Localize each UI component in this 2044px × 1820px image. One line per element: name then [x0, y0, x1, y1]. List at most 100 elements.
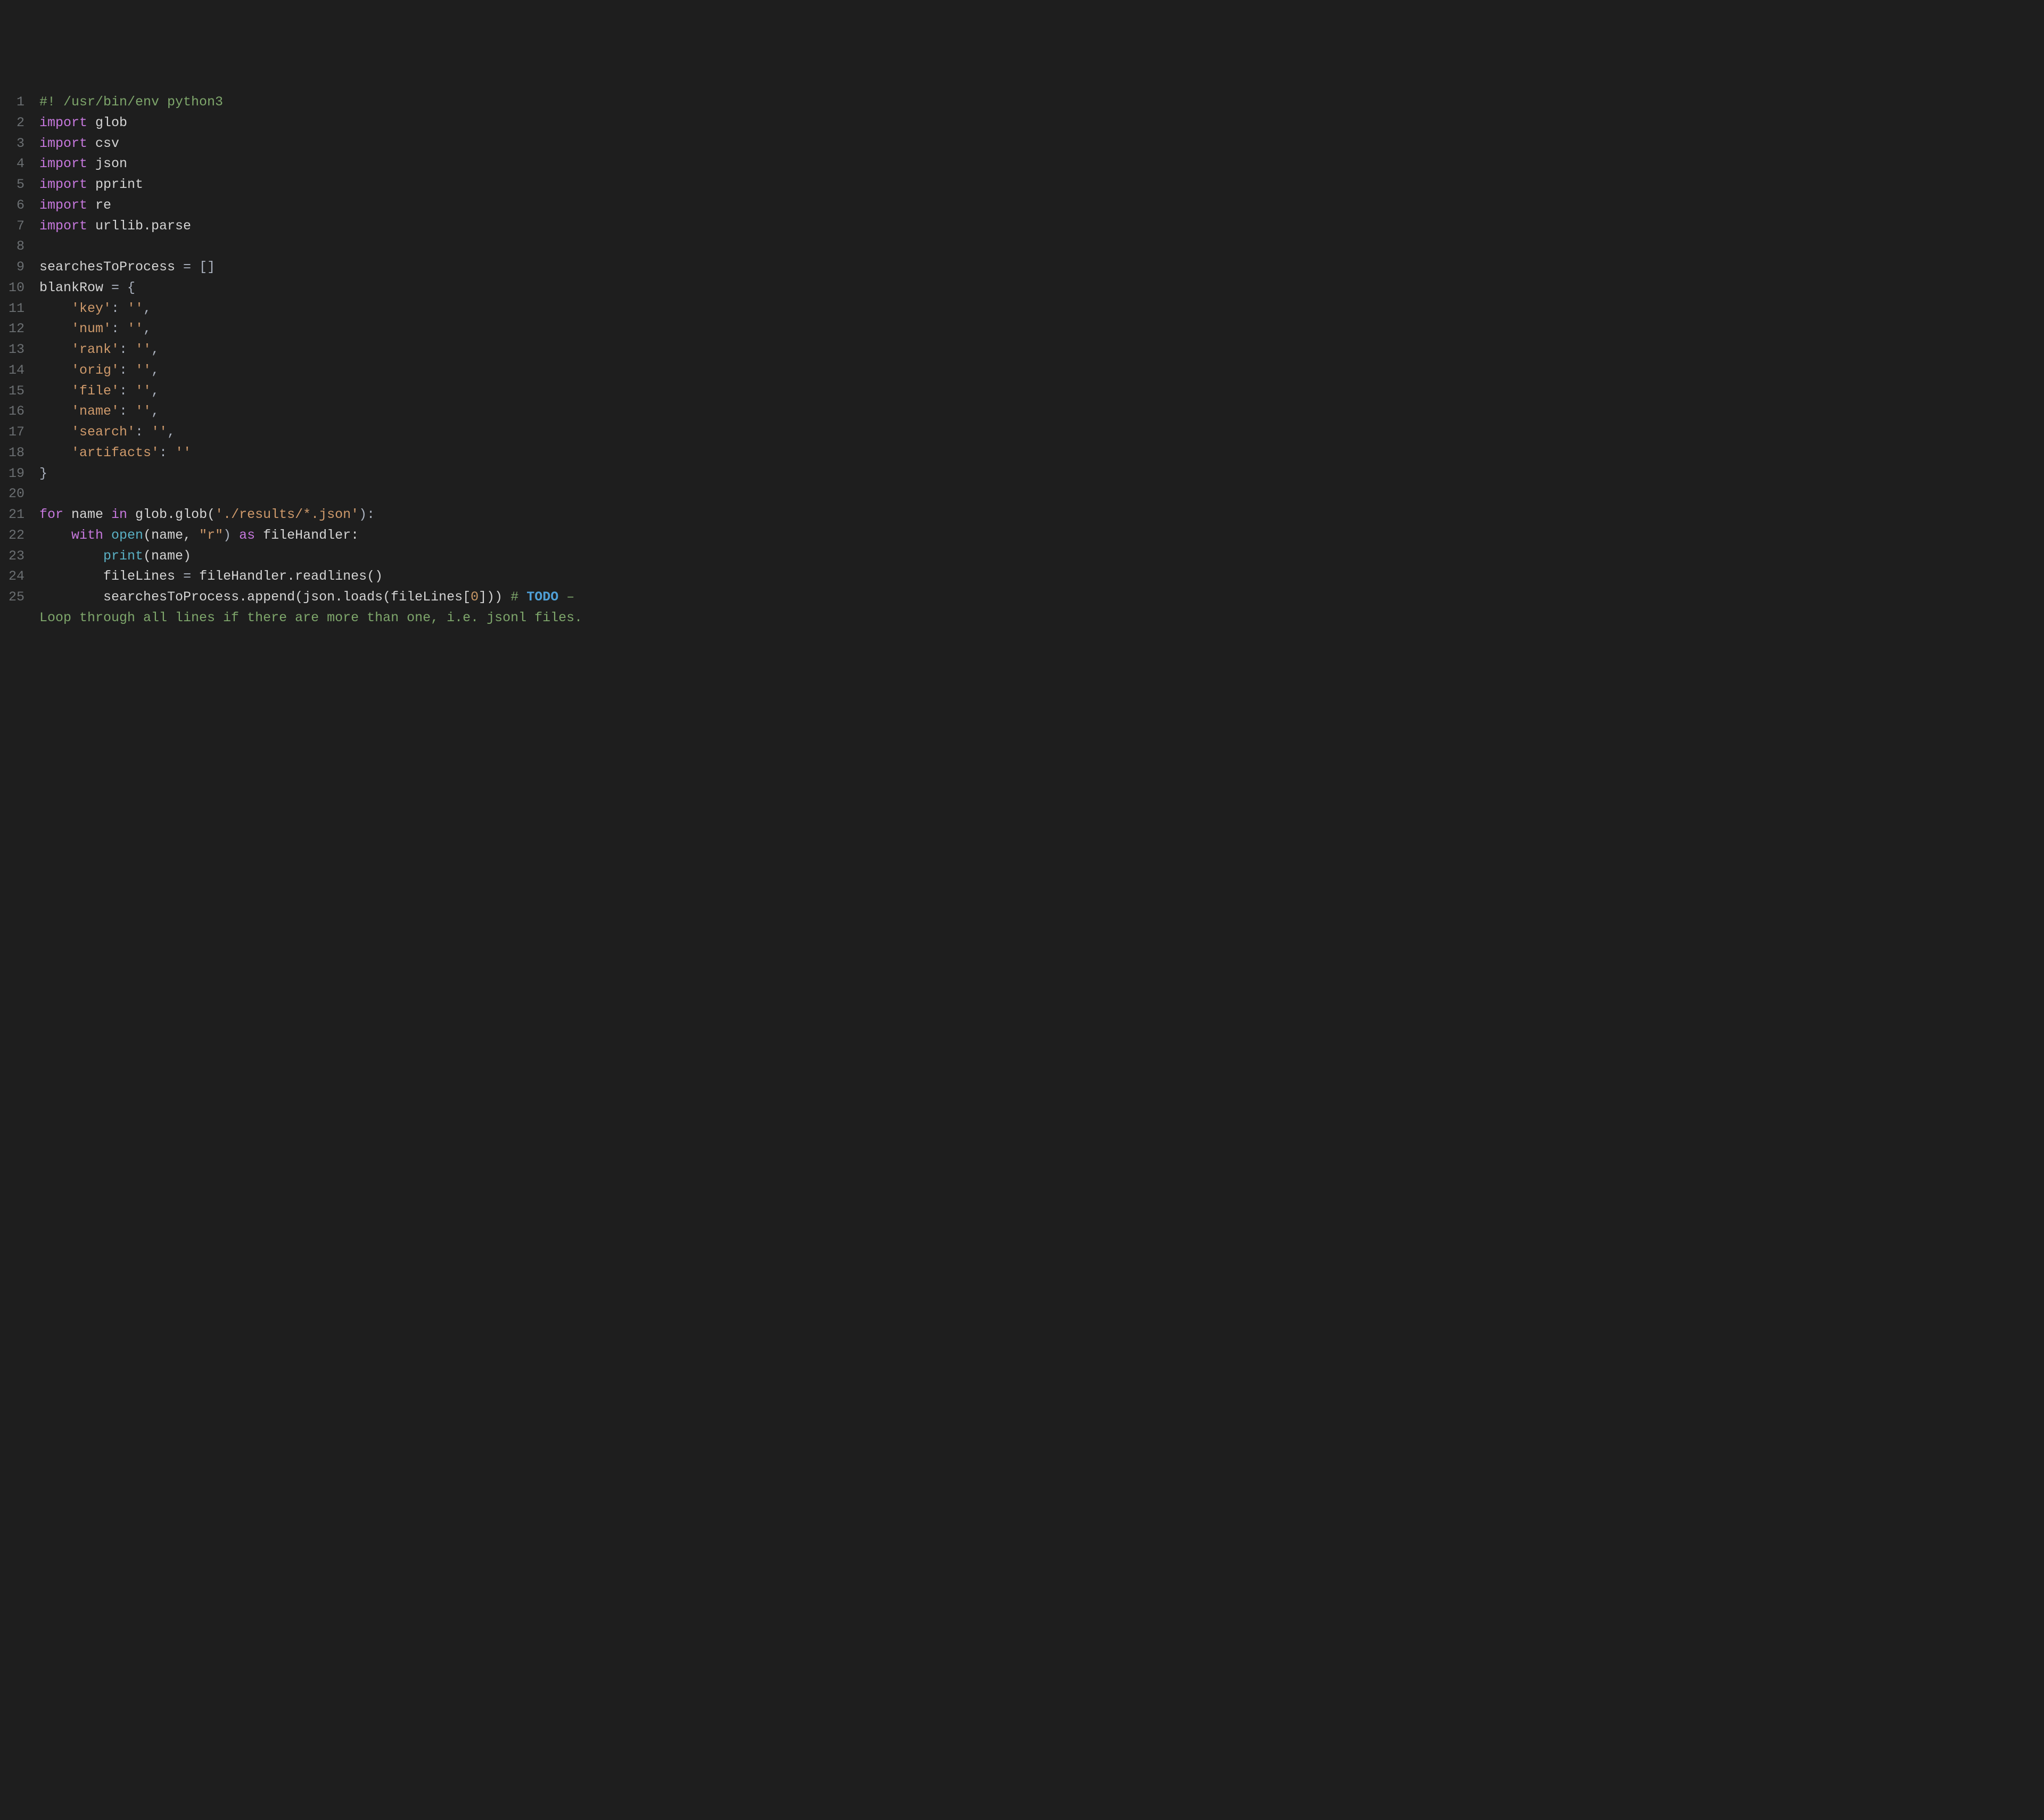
- token-punct: ,: [151, 342, 159, 357]
- code-line[interactable]: 25 searchesToProcess.append(json.loads(f…: [6, 587, 2033, 608]
- code-line[interactable]: 2import glob: [6, 113, 2033, 134]
- token-todo: TODO: [526, 589, 558, 605]
- token-punct: :: [119, 403, 135, 419]
- token-number: 0: [471, 589, 479, 605]
- token-punct: :: [135, 424, 151, 440]
- line-number: 19: [6, 464, 39, 484]
- code-line[interactable]: 3import csv: [6, 134, 2033, 154]
- code-content[interactable]: 'name': '',: [39, 401, 159, 422]
- token-string: '': [135, 342, 151, 357]
- token-punct: =: [183, 569, 191, 584]
- token-ident: name: [63, 507, 111, 522]
- code-content[interactable]: searchesToProcess = []: [39, 257, 215, 278]
- token-ident: [39, 528, 71, 543]
- code-line[interactable]: 15 'file': '',: [6, 381, 2033, 402]
- code-line[interactable]: 5import pprint: [6, 175, 2033, 195]
- code-content[interactable]: 'file': '',: [39, 381, 159, 402]
- line-number: 24: [6, 566, 39, 587]
- code-line[interactable]: 10blankRow = {: [6, 278, 2033, 299]
- token-ident: re: [87, 197, 111, 213]
- token-string: '': [175, 445, 191, 460]
- token-keyword: import: [39, 218, 87, 234]
- code-content[interactable]: with open(name, "r") as fileHandler:: [39, 525, 359, 546]
- token-ident: [39, 321, 71, 336]
- token-ident: [39, 363, 71, 378]
- line-number: 20: [6, 484, 39, 505]
- code-content[interactable]: import glob: [39, 113, 127, 134]
- code-line[interactable]: 14 'orig': '',: [6, 360, 2033, 381]
- code-line[interactable]: 23 print(name): [6, 546, 2033, 567]
- code-content[interactable]: import csv: [39, 134, 119, 154]
- code-content[interactable]: blankRow = {: [39, 278, 135, 299]
- code-content[interactable]: import json: [39, 154, 127, 175]
- code-content[interactable]: 'key': '',: [39, 299, 151, 319]
- line-number: 15: [6, 381, 39, 402]
- code-content[interactable]: 'orig': '',: [39, 360, 159, 381]
- code-line[interactable]: Loop through all lines if there are more…: [6, 608, 2033, 629]
- code-content[interactable]: print(name): [39, 546, 191, 567]
- code-line[interactable]: 9searchesToProcess = []: [6, 257, 2033, 278]
- code-content[interactable]: searchesToProcess.append(json.loads(file…: [39, 587, 582, 608]
- code-line[interactable]: 24 fileLines = fileHandler.readlines(): [6, 566, 2033, 587]
- line-number: 16: [6, 401, 39, 422]
- code-line[interactable]: 16 'name': '',: [6, 401, 2033, 422]
- line-number: 7: [6, 216, 39, 237]
- code-content[interactable]: 'artifacts': '': [39, 443, 191, 464]
- code-line[interactable]: 21for name in glob.glob('./results/*.jso…: [6, 505, 2033, 525]
- token-string: 'file': [71, 383, 119, 399]
- code-content[interactable]: 'search': '',: [39, 422, 175, 443]
- token-string: "r": [199, 528, 223, 543]
- token-ident: [39, 445, 71, 460]
- code-line[interactable]: 17 'search': '',: [6, 422, 2033, 443]
- line-number: 9: [6, 257, 39, 278]
- code-content[interactable]: 'rank': '',: [39, 340, 159, 360]
- token-ident: (name,: [143, 528, 199, 543]
- code-content[interactable]: for name in glob.glob('./results/*.json'…: [39, 505, 375, 525]
- token-string: 'name': [71, 403, 119, 419]
- code-line[interactable]: 18 'artifacts': '': [6, 443, 2033, 464]
- token-string: 'num': [71, 321, 111, 336]
- token-punct: =: [183, 259, 191, 275]
- code-content[interactable]: import re: [39, 195, 111, 216]
- code-line[interactable]: 20: [6, 484, 2033, 505]
- code-content[interactable]: 'num': '',: [39, 319, 151, 340]
- code-line[interactable]: 22 with open(name, "r") as fileHandler:: [6, 525, 2033, 546]
- line-number: 23: [6, 546, 39, 567]
- token-punct: =: [111, 280, 119, 295]
- token-ident: ])): [479, 589, 510, 605]
- token-keyword: import: [39, 177, 87, 192]
- code-content[interactable]: #! /usr/bin/env python3: [39, 92, 223, 113]
- line-number: 11: [6, 299, 39, 319]
- token-punct: :: [159, 445, 175, 460]
- code-content[interactable]: Loop through all lines if there are more…: [39, 608, 582, 629]
- code-line[interactable]: 13 'rank': '',: [6, 340, 2033, 360]
- code-line[interactable]: 8: [6, 236, 2033, 257]
- code-line[interactable]: 12 'num': '',: [6, 319, 2033, 340]
- token-punct: ):: [359, 507, 375, 522]
- code-line[interactable]: 19}: [6, 464, 2033, 484]
- code-line[interactable]: 4import json: [6, 154, 2033, 175]
- code-content[interactable]: import pprint: [39, 175, 143, 195]
- token-string: 'orig': [71, 363, 119, 378]
- token-ident: glob.glob(: [127, 507, 215, 522]
- token-punct: ): [223, 528, 239, 543]
- code-content[interactable]: }: [39, 464, 47, 484]
- token-comment: –: [558, 589, 582, 605]
- line-number: 6: [6, 195, 39, 216]
- code-line[interactable]: 1#! /usr/bin/env python3: [6, 92, 2033, 113]
- token-punct: :: [111, 301, 127, 316]
- code-content[interactable]: import urllib.parse: [39, 216, 191, 237]
- token-ident: fileLines: [39, 569, 183, 584]
- code-editor[interactable]: 1#! /usr/bin/env python32import glob3imp…: [6, 92, 2033, 629]
- token-punct: ,: [167, 424, 175, 440]
- code-line[interactable]: 11 'key': '',: [6, 299, 2033, 319]
- code-line[interactable]: 6import re: [6, 195, 2033, 216]
- code-line[interactable]: 7import urllib.parse: [6, 216, 2033, 237]
- token-string: 'key': [71, 301, 111, 316]
- token-ident: [39, 342, 71, 357]
- token-punct: []: [191, 259, 215, 275]
- token-ident: [39, 548, 103, 564]
- code-content[interactable]: fileLines = fileHandler.readlines(): [39, 566, 383, 587]
- token-ident: [103, 528, 111, 543]
- token-shebang: #! /usr/bin/env python3: [39, 94, 223, 110]
